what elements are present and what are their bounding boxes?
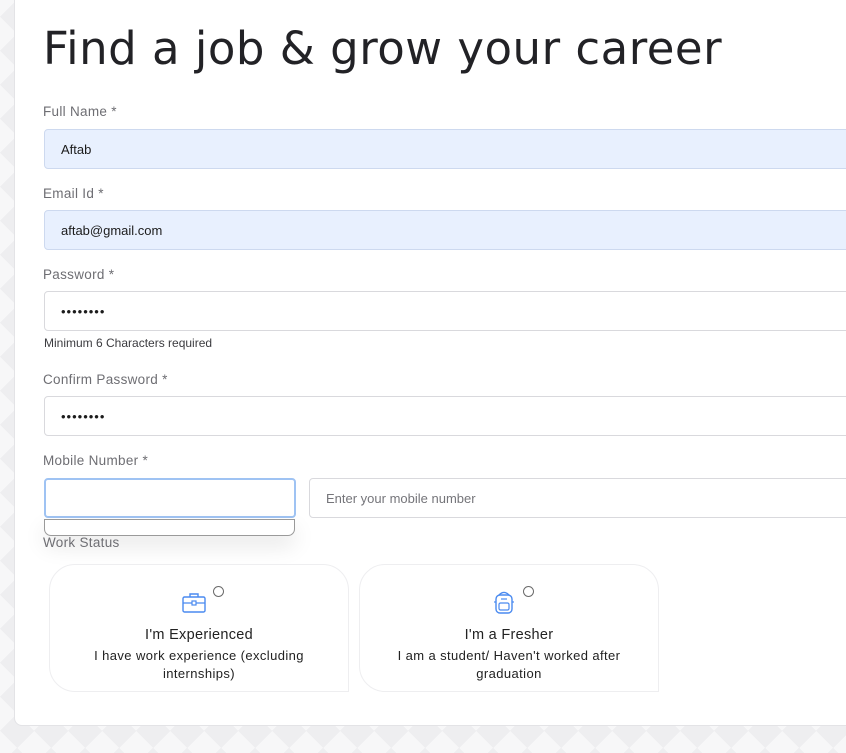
password-value: •••••••• [61, 303, 106, 319]
password-label: Password * [43, 267, 115, 282]
work-status-fresher-option[interactable]: I'm a Fresher I am a student/ Haven't wo… [359, 564, 659, 692]
experienced-radio[interactable] [213, 586, 224, 597]
confirm-password-label: Confirm Password * [43, 372, 168, 387]
country-code-input[interactable] [44, 478, 296, 518]
fresher-title: I'm a Fresher [464, 627, 554, 643]
mobile-number-input[interactable]: Enter your mobile number [309, 478, 846, 518]
country-code-dropdown[interactable] [44, 519, 295, 536]
password-input[interactable]: •••••••• [44, 291, 846, 331]
briefcase-icon [182, 593, 206, 613]
mobile-number-label: Mobile Number * [43, 453, 149, 468]
work-status-experienced-option[interactable]: I'm Experienced I have work experience (… [49, 564, 349, 692]
full-name-input[interactable]: Aftab [44, 129, 846, 169]
page-title: Find a job & grow your career [43, 22, 723, 75]
fresher-description: I am a student/ Haven't worked after gra… [397, 648, 621, 681]
email-label: Email Id * [43, 186, 104, 201]
confirm-password-input[interactable]: •••••••• [44, 396, 846, 436]
password-hint: Minimum 6 Characters required [44, 336, 213, 350]
fresher-radio[interactable] [523, 586, 534, 597]
email-input[interactable]: aftab@gmail.com [44, 210, 846, 250]
work-status-label: Work Status [43, 535, 120, 550]
full-name-value: Aftab [61, 141, 92, 157]
full-name-label: Full Name * [43, 104, 117, 119]
mobile-number-placeholder: Enter your mobile number [326, 490, 476, 506]
confirm-password-value: •••••••• [61, 408, 106, 424]
backpack-icon [494, 591, 514, 614]
experienced-description: I have work experience (excluding intern… [94, 648, 304, 681]
email-value: aftab@gmail.com [61, 222, 163, 238]
experienced-title: I'm Experienced [144, 627, 253, 643]
